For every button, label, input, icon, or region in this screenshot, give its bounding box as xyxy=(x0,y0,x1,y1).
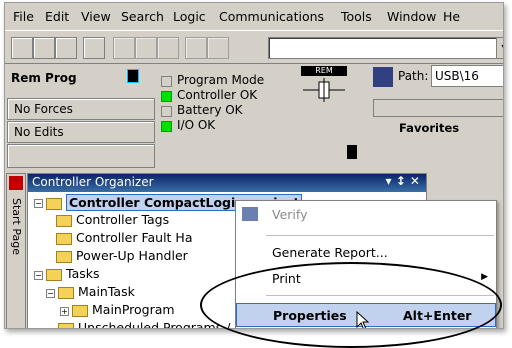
edits-label: No Edits xyxy=(14,125,64,139)
start-page-icon xyxy=(9,176,23,190)
chevron-down-icon[interactable]: ▼ xyxy=(496,38,503,58)
collapse-icon[interactable]: − xyxy=(34,199,43,208)
path-label: Path: xyxy=(398,69,429,83)
folder-icon xyxy=(56,233,72,245)
tab-favorites[interactable]: Favorites xyxy=(399,121,459,135)
path-area: Path: USB\16 Favorites xyxy=(373,65,503,135)
collapse-icon[interactable]: − xyxy=(34,271,43,280)
redo-icon[interactable] xyxy=(207,37,229,59)
path-value: USB\16 xyxy=(435,69,479,83)
cut-icon[interactable] xyxy=(113,37,135,59)
save-icon[interactable] xyxy=(55,37,77,59)
program-mode-label: Program Mode xyxy=(177,73,265,87)
menu-search[interactable]: Search xyxy=(121,9,164,24)
battery-ok-label: Battery OK xyxy=(177,103,243,117)
expand-icon[interactable]: + xyxy=(60,307,69,316)
controller-status-panel: Rem Prog No Forces No Edits Program Mode… xyxy=(5,65,503,169)
tags-icon xyxy=(56,215,72,227)
folder-icon xyxy=(46,269,62,281)
keyswitch-small-icon xyxy=(347,145,357,159)
tree-item-maintask[interactable]: MainTask xyxy=(78,284,135,299)
task-icon xyxy=(58,287,74,299)
rem-label: REM xyxy=(301,66,347,76)
menu-window[interactable]: Window xyxy=(387,9,436,24)
toolbar: ▼ xyxy=(5,32,503,64)
start-page-tab[interactable]: Start Page xyxy=(6,173,26,328)
status-empty-box xyxy=(7,144,155,168)
menu-view[interactable]: View xyxy=(81,9,111,24)
folder-icon xyxy=(56,251,72,263)
controller-ok-label: Controller OK xyxy=(177,88,258,102)
program-icon xyxy=(72,305,88,317)
new-file-icon[interactable] xyxy=(11,37,33,59)
copy-icon[interactable] xyxy=(135,37,157,59)
favorites-tabbar: Favorites xyxy=(373,121,503,137)
generate-report-label: Generate Report... xyxy=(272,245,388,260)
highlight-ellipse xyxy=(200,262,502,348)
collapse-icon[interactable]: − xyxy=(46,289,55,298)
path-field[interactable]: USB\16 xyxy=(431,65,503,87)
io-ok-led xyxy=(161,121,172,132)
folder-icon xyxy=(46,198,62,210)
tree-item-tasks[interactable]: Tasks xyxy=(66,266,100,281)
menu-file[interactable]: File xyxy=(13,9,34,24)
forces-label: No Forces xyxy=(14,102,73,116)
folder-icon xyxy=(58,323,74,328)
ladder-toolbar[interactable] xyxy=(373,99,503,117)
menu-separator xyxy=(266,235,494,236)
menu-communications[interactable]: Communications xyxy=(219,9,324,24)
start-page-label: Start Page xyxy=(10,198,23,255)
open-folder-icon[interactable] xyxy=(33,37,55,59)
verify-label: Verify xyxy=(272,207,308,222)
submenu-arrow-icon: ▶ xyxy=(481,272,488,282)
controller-ok-led xyxy=(161,91,172,102)
menu-help[interactable]: He xyxy=(443,9,460,24)
network-icon xyxy=(373,67,393,87)
tree-item-mainprogram[interactable]: MainProgram xyxy=(92,302,175,317)
organizer-title: Controller Organizer xyxy=(32,175,154,189)
undo-icon[interactable] xyxy=(185,37,207,59)
menu-bar: File Edit View Search Logic Communicatio… xyxy=(5,3,503,31)
menu-logic[interactable]: Logic xyxy=(173,9,206,24)
keyswitch-diagram-icon xyxy=(303,78,345,102)
print-icon[interactable] xyxy=(83,37,105,59)
forces-status[interactable]: No Forces xyxy=(7,98,155,120)
edits-status[interactable]: No Edits xyxy=(7,121,155,143)
tree-item-powerup-handler[interactable]: Power-Up Handler xyxy=(76,248,188,263)
keyswitch-icon xyxy=(127,69,139,83)
toolbar-combo[interactable]: ▼ xyxy=(268,37,503,59)
paste-icon[interactable] xyxy=(157,37,179,59)
panel-controls[interactable]: ▾ ↕ ✕ xyxy=(386,174,421,188)
tree-item-controller-tags[interactable]: Controller Tags xyxy=(76,212,169,227)
program-mode-led xyxy=(161,76,172,87)
io-ok-label: I/O OK xyxy=(177,118,216,132)
rem-indicator: REM xyxy=(301,66,347,104)
tree-item-fault-handler[interactable]: Controller Fault Ha xyxy=(76,230,193,245)
menu-tools[interactable]: Tools xyxy=(341,9,372,24)
menu-edit[interactable]: Edit xyxy=(45,9,69,24)
menu-item-verify[interactable]: Verify xyxy=(236,203,496,227)
battery-ok-led xyxy=(161,106,172,117)
organizer-titlebar: Controller Organizer ▾ ↕ ✕ xyxy=(28,174,426,192)
mode-label: Rem Prog xyxy=(11,71,77,85)
